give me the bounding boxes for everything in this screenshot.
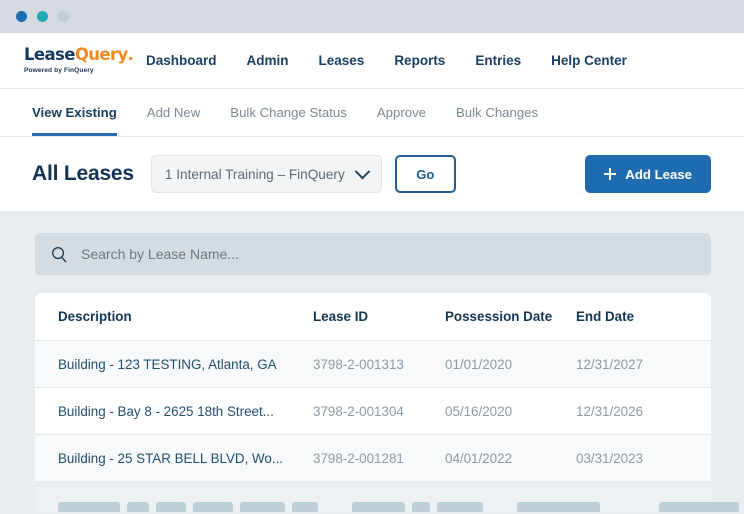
- skeleton-bars: [35, 487, 739, 512]
- skeleton-bar: [517, 502, 600, 512]
- tab-approve[interactable]: Approve: [377, 89, 426, 136]
- nav-item-dashboard[interactable]: Dashboard: [146, 53, 217, 68]
- page-title: All Leases: [32, 162, 134, 185]
- window-dot-gray-icon[interactable]: [58, 11, 69, 22]
- skeleton-bar: [156, 502, 186, 512]
- skeleton-bar: [292, 502, 318, 512]
- skeleton-bar: [58, 502, 120, 512]
- leases-table: Description Lease ID Possession Date End…: [35, 293, 711, 481]
- main-content: Search by Lease Name... Description Leas…: [0, 211, 744, 512]
- search-placeholder: Search by Lease Name...: [81, 246, 239, 262]
- logo-text-trademark: .: [127, 44, 134, 64]
- skeleton-bar: [659, 502, 739, 512]
- cell-end-date: 12/31/2027: [576, 356, 644, 372]
- cell-end-date: 12/31/2026: [576, 403, 644, 419]
- app-window: Lease Query. Powered by FinQuery Dashboar…: [0, 0, 744, 514]
- window-dot-teal-icon[interactable]: [37, 11, 48, 22]
- skeleton-bar: [127, 502, 149, 512]
- table-row[interactable]: Building - 25 STAR BELL BLVD, Wo... 3798…: [35, 434, 711, 481]
- chevron-down-icon: [354, 163, 371, 179]
- column-header-possession-date[interactable]: Possession Date: [445, 309, 576, 324]
- page-header-row: All Leases 1 Internal Training – FinQuer…: [0, 137, 744, 211]
- cell-lease-id: 3798-2-001304: [313, 403, 404, 419]
- go-button[interactable]: Go: [394, 155, 456, 193]
- logo-text-lease: Lease: [24, 44, 75, 64]
- cell-description: Building - Bay 8 - 2625 18th Street...: [58, 403, 274, 419]
- cell-possession-date: 05/16/2020: [445, 403, 513, 419]
- nav-item-leases[interactable]: Leases: [319, 53, 365, 68]
- window-dot-blue-icon[interactable]: [16, 11, 27, 22]
- skeleton-bar: [240, 502, 285, 512]
- column-header-description[interactable]: Description: [58, 309, 313, 324]
- cell-end-date: 03/31/2023: [576, 450, 644, 466]
- leasequery-logo[interactable]: Lease Query. Powered by FinQuery: [24, 44, 134, 75]
- table-row[interactable]: Building - Bay 8 - 2625 18th Street... 3…: [35, 387, 711, 434]
- search-input[interactable]: Search by Lease Name...: [35, 233, 711, 275]
- plus-icon: [604, 168, 617, 180]
- cell-possession-date: 04/01/2022: [445, 450, 513, 466]
- add-lease-button[interactable]: Add Lease: [585, 155, 711, 193]
- cell-description: Building - 25 STAR BELL BLVD, Wo...: [58, 450, 284, 466]
- nav-item-entries[interactable]: Entries: [475, 53, 521, 68]
- table-row[interactable]: Building - 123 TESTING, Atlanta, GA 3798…: [35, 340, 711, 387]
- skeleton-bar: [437, 502, 483, 512]
- nav-item-admin[interactable]: Admin: [247, 53, 289, 68]
- window-titlebar: [0, 0, 744, 33]
- logo-wordmark: Lease Query.: [24, 44, 134, 64]
- tab-bulk-changes[interactable]: Bulk Changes: [456, 89, 538, 136]
- logo-tagline: Powered by FinQuery: [24, 67, 94, 75]
- entity-select-value: 1 Internal Training – FinQuery: [164, 166, 345, 182]
- tab-view-existing[interactable]: View Existing: [32, 89, 117, 136]
- logo-text-query: Query: [74, 44, 128, 64]
- add-lease-label: Add Lease: [625, 166, 692, 182]
- tab-bulk-change-status[interactable]: Bulk Change Status: [230, 89, 347, 136]
- table-loading-skeleton: [35, 486, 739, 512]
- nav-item-reports[interactable]: Reports: [394, 53, 445, 68]
- search-icon: [52, 246, 67, 262]
- cell-possession-date: 01/01/2020: [445, 356, 513, 372]
- cell-lease-id: 3798-2-001313: [313, 356, 404, 372]
- sub-tab-bar: View Existing Add New Bulk Change Status…: [0, 89, 744, 137]
- column-header-lease-id[interactable]: Lease ID: [313, 309, 445, 324]
- primary-nav-links: Dashboard Admin Leases Reports Entries H…: [146, 53, 627, 68]
- skeleton-bar: [412, 502, 430, 512]
- entity-select-dropdown[interactable]: 1 Internal Training – FinQuery: [150, 155, 382, 193]
- cell-lease-id: 3798-2-001281: [313, 450, 404, 466]
- table-header-row: Description Lease ID Possession Date End…: [35, 293, 711, 340]
- skeleton-bar: [193, 502, 233, 512]
- cell-description: Building - 123 TESTING, Atlanta, GA: [58, 356, 277, 372]
- top-navigation-bar: Lease Query. Powered by FinQuery Dashboar…: [0, 33, 744, 89]
- column-header-end-date[interactable]: End Date: [576, 309, 686, 324]
- nav-item-help-center[interactable]: Help Center: [551, 53, 627, 68]
- skeleton-bar: [352, 502, 405, 512]
- tab-add-new[interactable]: Add New: [147, 89, 201, 136]
